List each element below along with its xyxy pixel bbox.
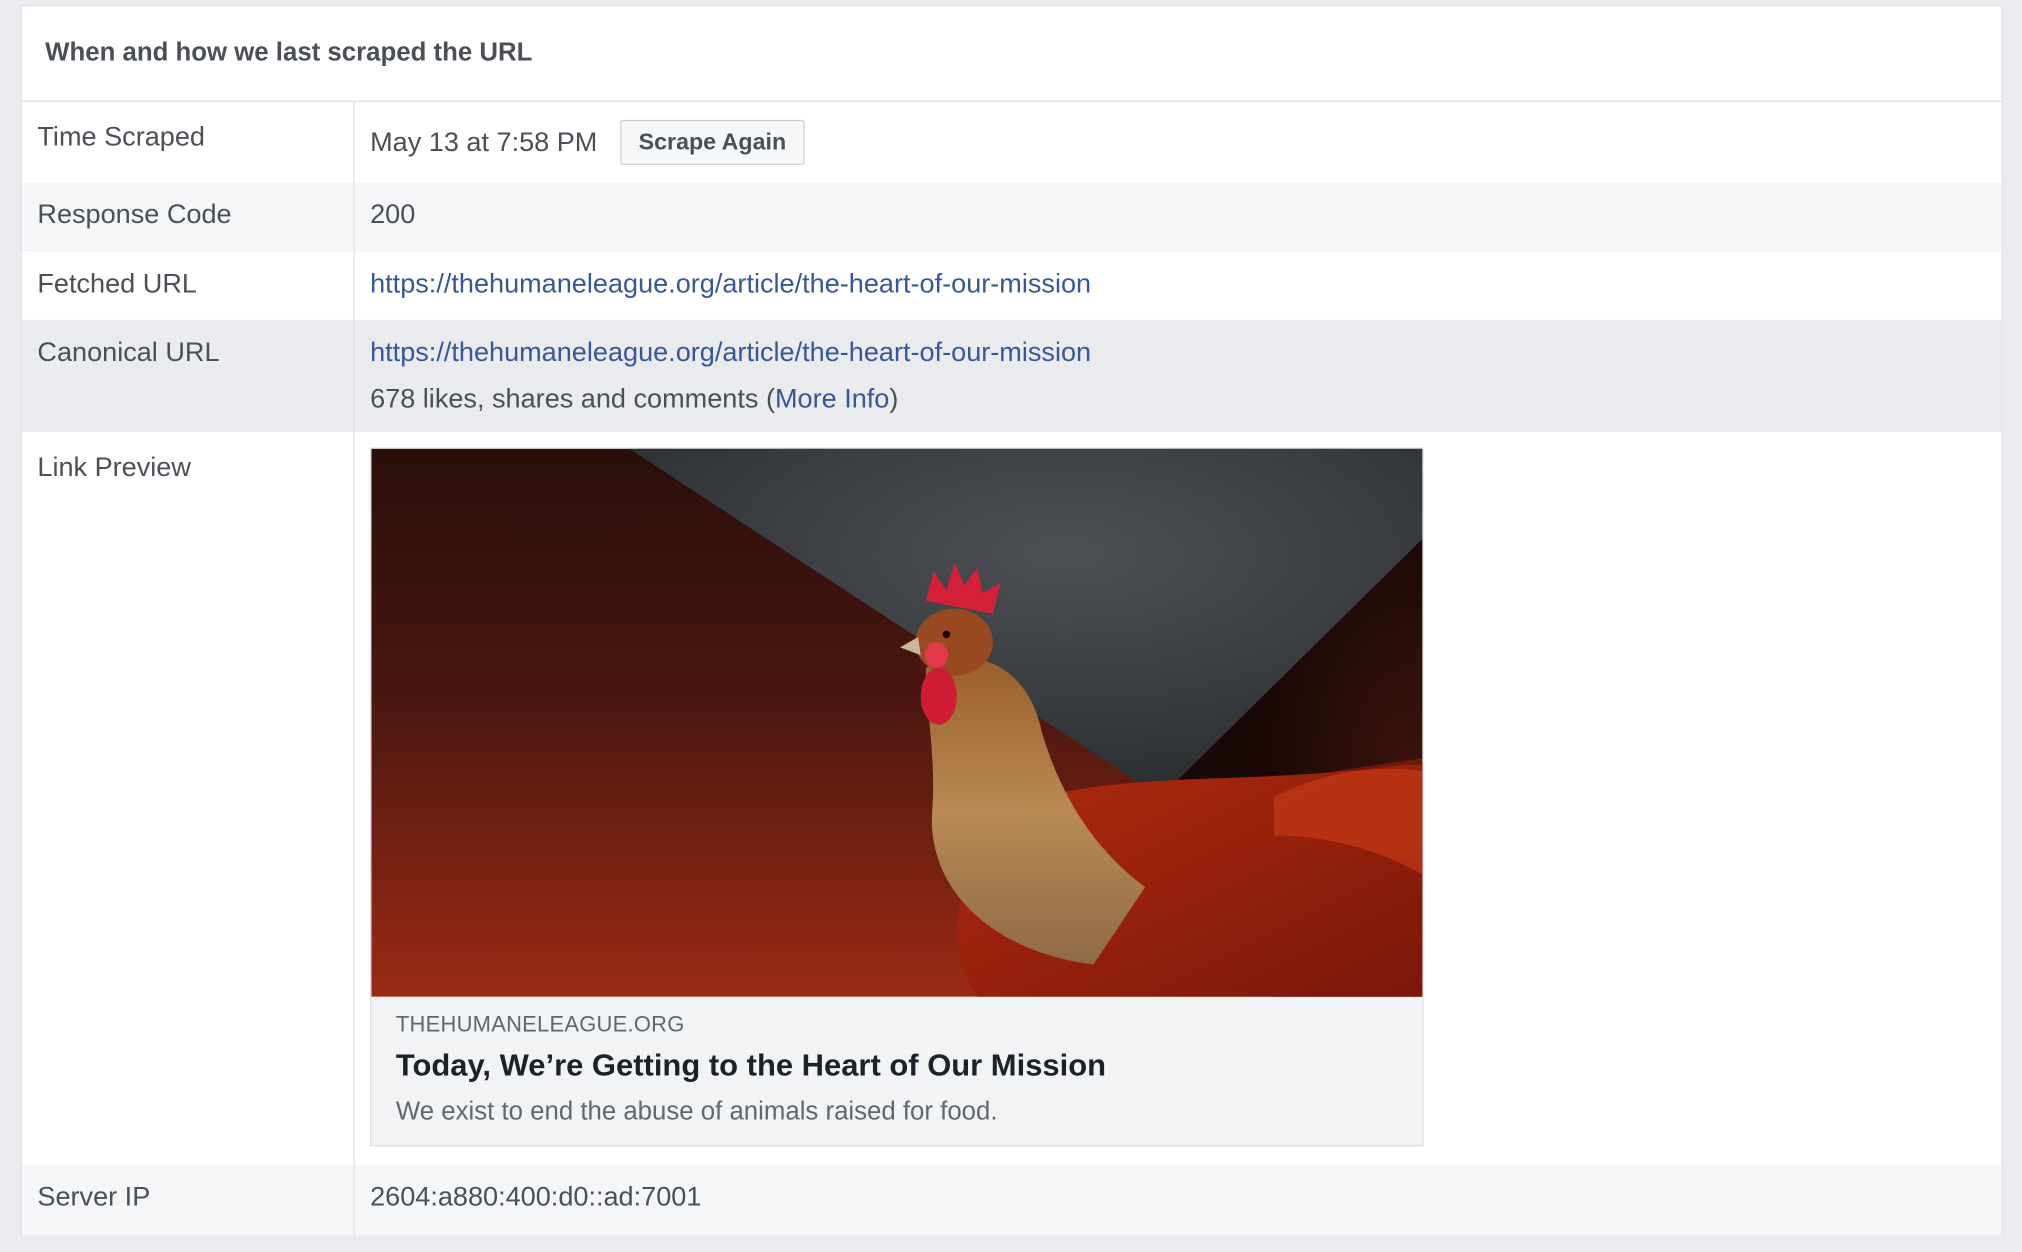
engagement-close: ) bbox=[889, 384, 899, 414]
more-info-link[interactable]: More Info bbox=[775, 384, 889, 414]
row-label: Time Scraped bbox=[22, 101, 355, 184]
preview-title: Today, We’re Getting to the Heart of Our… bbox=[395, 1048, 1107, 1084]
time-scraped-value: May 13 at 7:58 PM bbox=[370, 127, 598, 157]
server-ip-value: 2604:a880:400:d0::ad:7001 bbox=[370, 1182, 702, 1213]
panel-title: When and how we last scraped the URL bbox=[21, 6, 2002, 102]
row-response-code: Response Code 200 bbox=[21, 183, 2002, 252]
link-preview-card[interactable]: THEHUMANELEAGUE.ORG Today, We’re Getting… bbox=[370, 447, 1424, 1147]
row-value: May 13 at 7:58 PM Scrape Again bbox=[355, 102, 2002, 183]
row-label: Fetched URL bbox=[22, 251, 355, 320]
scrape-info-panel: When and how we last scraped the URL Tim… bbox=[20, 5, 2003, 1236]
scrape-again-button[interactable]: Scrape Again bbox=[620, 119, 805, 166]
row-link-preview: Link Preview THEHUMANELEAGUE.ORG Today, … bbox=[21, 431, 2002, 1166]
engagement-count: 678 likes, shares and comments (More Inf… bbox=[370, 384, 2001, 415]
row-fetched-url: Fetched URL https://thehumaneleague.org/… bbox=[21, 251, 2002, 320]
preview-domain: THEHUMANELEAGUE.ORG bbox=[395, 1012, 685, 1037]
row-label: Response Code bbox=[22, 183, 355, 252]
engagement-text: 678 likes, shares and comments ( bbox=[370, 384, 775, 414]
row-canonical-url: Canonical URL https://thehumaneleague.or… bbox=[21, 319, 2002, 432]
row-label: Canonical URL bbox=[22, 319, 355, 432]
row-label: Server IP bbox=[22, 1165, 355, 1236]
preview-text: THEHUMANELEAGUE.ORG Today, We’re Getting… bbox=[371, 997, 1422, 1145]
preview-image bbox=[371, 448, 1423, 997]
preview-description: We exist to end the abuse of animals rai… bbox=[395, 1097, 998, 1126]
fetched-url-link[interactable]: https://thehumaneleague.org/article/the-… bbox=[370, 270, 1091, 300]
row-value: https://thehumaneleague.org/article/the-… bbox=[355, 251, 2002, 319]
response-code-value: 200 bbox=[370, 199, 416, 230]
row-value: https://thehumaneleague.org/article/the-… bbox=[355, 320, 2002, 432]
row-label: Link Preview bbox=[22, 431, 355, 1166]
row-server-ip: Server IP 2604:a880:400:d0::ad:7001 bbox=[21, 1165, 2002, 1236]
row-value: THEHUMANELEAGUE.ORG Today, We’re Getting… bbox=[355, 432, 2002, 1166]
row-time-scraped: Time Scraped May 13 at 7:58 PM Scrape Ag… bbox=[21, 101, 2002, 184]
canonical-url-link[interactable]: https://thehumaneleague.org/article/the-… bbox=[370, 338, 1091, 368]
